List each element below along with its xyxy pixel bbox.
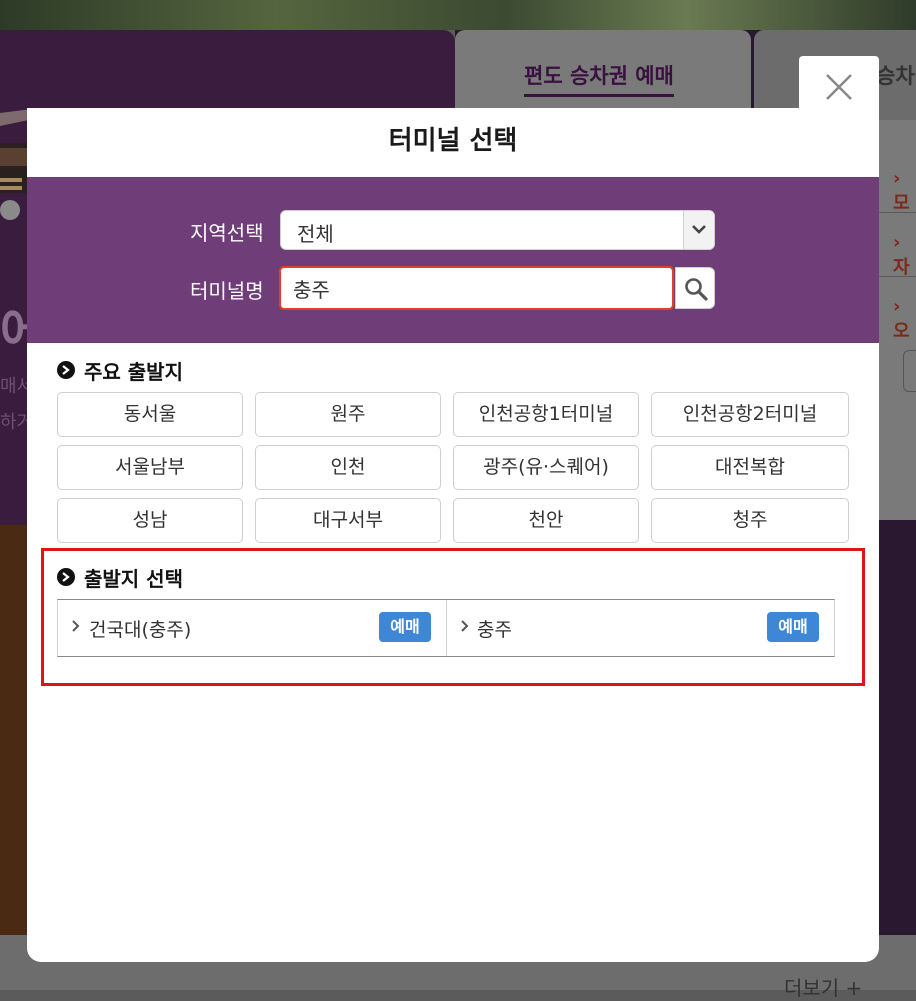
departure-option[interactable]: 청주 bbox=[651, 498, 849, 543]
departure-option[interactable]: 서울남부 bbox=[57, 445, 243, 490]
chevron-circle-icon bbox=[57, 361, 75, 379]
side-list-item[interactable]: › 오 bbox=[893, 296, 916, 343]
chevron-circle-icon bbox=[57, 568, 75, 586]
departure-option[interactable]: 인천공항1터미널 bbox=[453, 392, 639, 437]
departure-option[interactable]: 인천공항2터미널 bbox=[651, 392, 849, 437]
departure-option[interactable]: 인천 bbox=[255, 445, 441, 490]
side-list-control[interactable] bbox=[903, 350, 916, 392]
chevron-right-icon bbox=[461, 620, 469, 632]
search-panel: 지역선택 전체 터미널명 bbox=[27, 177, 879, 343]
departure-results-table: 건국대(충주) 예매 충주 예매 bbox=[57, 599, 835, 657]
tab-one-way-label: 편도 승차권 예매 bbox=[524, 60, 674, 97]
departure-option[interactable]: 천안 bbox=[453, 498, 639, 543]
side-list-item[interactable]: › 모 bbox=[893, 168, 916, 215]
close-icon bbox=[826, 74, 852, 100]
section-title: 주요 출발지 bbox=[84, 359, 183, 384]
search-button[interactable] bbox=[675, 267, 715, 309]
tab-other-label: 승차 bbox=[876, 64, 915, 88]
departure-option[interactable]: 대구서부 bbox=[255, 498, 441, 543]
search-icon bbox=[685, 278, 708, 301]
background-banner bbox=[0, 0, 916, 30]
departure-result-name: 건국대(충주) bbox=[89, 619, 192, 641]
terminal-select-modal: 터미널 선택 지역선택 전체 터미널명 주요 출발지 동서울 원주 인천공항1터… bbox=[27, 108, 879, 962]
modal-title: 터미널 선택 bbox=[388, 126, 518, 156]
side-list-item[interactable]: › 자 bbox=[893, 232, 916, 279]
chevron-right-icon bbox=[72, 620, 80, 632]
departure-option[interactable]: 광주(유·스퀘어) bbox=[453, 445, 639, 490]
more-link[interactable]: 더보기 + bbox=[784, 972, 862, 1001]
departure-option[interactable]: 대전복합 bbox=[651, 445, 849, 490]
reserve-button[interactable]: 예매 bbox=[379, 612, 431, 642]
region-select[interactable]: 전체 bbox=[280, 210, 715, 250]
departure-result-item[interactable]: 충주 예매 bbox=[447, 600, 834, 656]
terminal-name-label: 터미널명 bbox=[190, 279, 264, 303]
terminal-name-input[interactable] bbox=[279, 266, 674, 310]
departure-option[interactable]: 성남 bbox=[57, 498, 243, 543]
section-title: 출발지 선택 bbox=[84, 566, 183, 591]
region-select-value: 전체 bbox=[297, 222, 334, 246]
reserve-button[interactable]: 예매 bbox=[767, 612, 819, 642]
departure-option[interactable]: 동서울 bbox=[57, 392, 243, 437]
departure-select-heading: 출발지 선택 bbox=[57, 564, 183, 591]
departure-option[interactable]: 원주 bbox=[255, 392, 441, 437]
chevron-down-icon[interactable] bbox=[683, 211, 714, 249]
departure-result-item[interactable]: 건국대(충주) 예매 bbox=[58, 600, 446, 656]
major-departures-heading: 주요 출발지 bbox=[57, 357, 183, 384]
region-label: 지역선택 bbox=[190, 221, 264, 245]
departure-result-name: 충주 bbox=[477, 619, 512, 641]
